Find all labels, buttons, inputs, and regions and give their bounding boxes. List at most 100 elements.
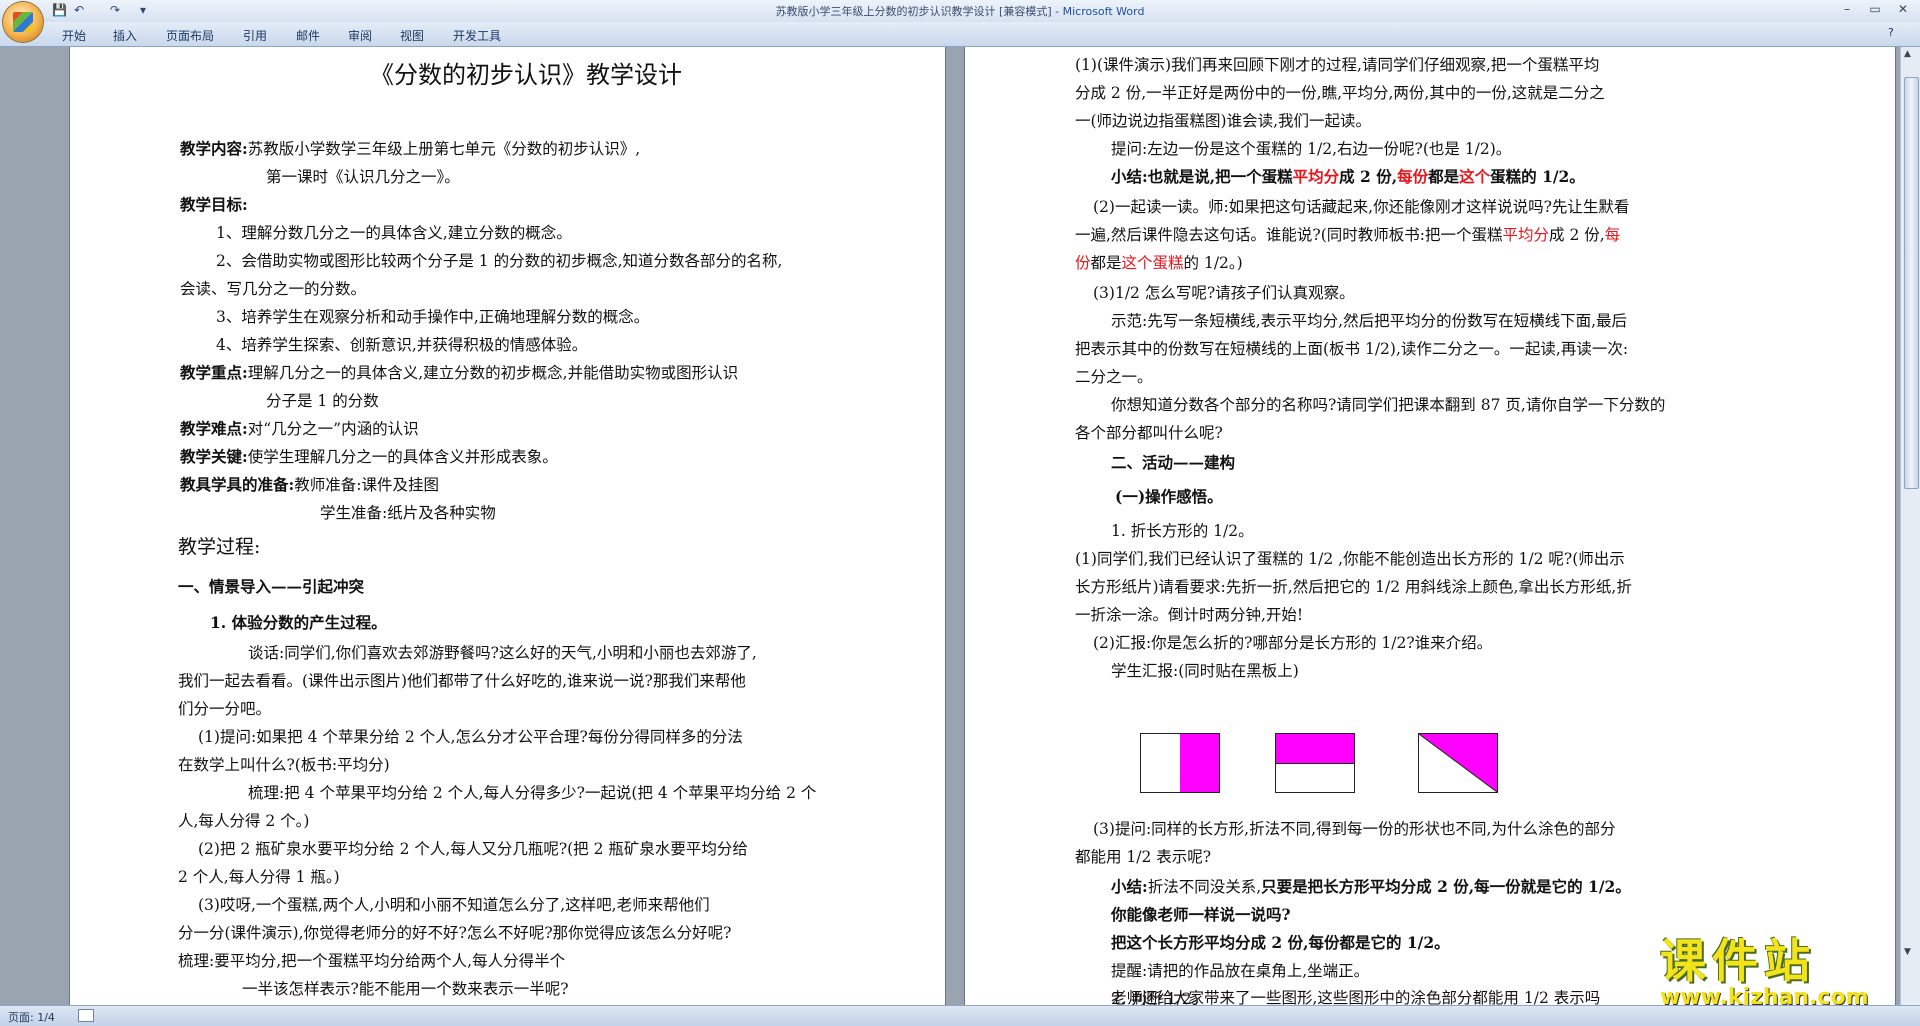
title-bar: 💾 ↶ ↷ ▾ 苏教版小学三年级上分数的初步认识教学设计 [兼容模式] - Mi… [0,0,1920,23]
body-line: 我们一起去看看。(课件出示图片)他们都带了什么好吃的,谁来说一说?那我们来帮他 [178,672,746,690]
tab-view[interactable]: 视图 [400,27,424,44]
body-line: 学生汇报:(同时贴在黑板上) [1111,662,1299,680]
body-line: (1)提问:如果把 4 个苹果分给 2 个人,怎么分才公平合理?每份分得同样多的… [198,728,743,746]
body-line: 梳理:要平均分,把一个蛋糕平均分给两个人,每人分得半个 [178,952,566,970]
document-title: 苏教版小学三年级上分数的初步认识教学设计 [兼容模式] - [775,5,1063,18]
process-heading: 教学过程: [178,536,261,558]
ribbon-tabs: 开始 插入 页面布局 引用 邮件 审阅 视图 开发工具 ? [0,22,1920,47]
body-line: 一遍,然后课件隐去这句话。谁能说?(同时教师板书:把一个蛋糕平均分成 2 份,每 [1075,225,1620,245]
line-highlight: 这个蛋糕 [1121,254,1184,272]
tab-mailings[interactable]: 邮件 [296,27,320,44]
body-line: 在数学上叫什么?(板书:平均分) [178,756,390,774]
objective-3: 3、培养学生在观察分析和动手操作中,正确地理解分数的概念。 [216,308,650,326]
body-line: 一折涂一涂。倒计时两分钟,开始! [1075,606,1304,624]
objective-2: 2、会借助实物或图形比较两个分子是 1 的分数的初步概念,知道分数各部分的名称, [216,252,783,270]
body-line: 梳理:把 4 个苹果平均分给 2 个人,每人分得多少?一起说(把 4 个苹果平均… [248,784,817,802]
body-line: 1. 折长方形的 1/2。 [1111,522,1254,540]
minimize-button[interactable]: – [1834,2,1860,18]
watermark-text: 课件站 [1660,934,1816,988]
body-line: (2)一起读一读。师:如果把这句话藏起来,你还能像刚才这样说说吗?先让生默看 [1093,198,1630,216]
body-line: 谈话:同学们,你们喜欢去郊游野餐吗?这么好的天气,小明和小丽也去郊游了, [248,644,757,662]
rect-half-vertical [1140,733,1220,793]
content-line: 第一课时《认识几分之一》。 [266,168,460,186]
subsection-heading: 1. 体验分数的产生过程。 [210,613,387,632]
body-line: 你能像老师一样说一说吗? [1111,905,1291,924]
document-page-right[interactable]: (1)(课件演示)我们再来回顾下刚才的过程,请同学们仔细观察,把一个蛋糕平均 分… [965,47,1895,1007]
summary-text: 小结:也就是说,把一个蛋糕 [1111,167,1293,186]
subsection-heading: (一)操作感悟。 [1115,487,1223,506]
body-line: (3)提问:同样的长方形,折法不同,得到每一份的形状也不同,为什么涂色的部分 [1093,820,1616,838]
tab-home[interactable]: 开始 [62,27,86,44]
objective-1: 1、理解分数几分之一的具体含义,建立分数的概念。 [216,224,572,242]
line-highlight: 份 [1075,254,1091,272]
section-1-heading: 一、情景导入——引起冲突 [178,577,365,596]
tab-developer[interactable]: 开发工具 [453,27,501,44]
body-line: 各个部分都叫什么呢? [1075,424,1223,442]
tab-page-layout[interactable]: 页面布局 [166,27,214,44]
help-icon[interactable]: ? [1888,26,1894,39]
content-line: 教学内容:苏教版小学数学三年级上册第七单元《分数的初步认识》, [180,139,640,159]
vertical-scrollbar[interactable]: ▲ ▼ [1900,47,1920,1005]
section-2-heading: 二、活动——建构 [1111,453,1236,472]
window-title: 苏教版小学三年级上分数的初步认识教学设计 [兼容模式] - Microsoft … [0,3,1920,19]
objective-4: 4、培养学生探索、创新意识,并获得积极的情感体验。 [216,336,588,354]
line-highlight: 每 [1604,226,1621,244]
watermark-logo: 课件站 www.kjzhan.com [1660,925,1900,1010]
maximize-button[interactable]: ▭ [1862,2,1888,18]
summary-highlight: 每份 [1397,167,1429,186]
body-line: 一(师边说边指蛋糕图)谁会读,我们一起读。 [1075,112,1372,130]
line-text: 理解几分之一的具体含义,建立分数的初步概念,并能借助实物或图形认识 [247,364,739,382]
body-line: 份都是这个蛋糕的 1/2。) [1075,253,1243,273]
body-line: (2)把 2 瓶矿泉水要平均分给 2 个人,每人又分几瓶呢?(把 2 瓶矿泉水要… [198,840,748,858]
body-line: 一半该怎样表示?能不能用一个数来表示一半呢? [242,980,569,998]
summary-text: 都是 [1428,167,1460,186]
line-text: 使学生理解几分之一的具体含义并形成表象。 [247,448,558,466]
body-line: 把这个长方形平均分成 2 份,每份都是它的 1/2。 [1111,933,1450,952]
line-text: 苏教版小学数学三年级上册第七单元《分数的初步认识》, [247,140,641,158]
line-text: 的 1/2。) [1183,254,1243,272]
line-label: 教学关键: [180,447,248,466]
body-line: 人,每人分得 2 个。) [178,812,310,830]
summary-label: 小结: [1111,877,1148,896]
line-label: 教学内容: [180,139,248,158]
line-highlight: 平均分 [1502,226,1550,244]
body-line: 你想知道分数各个部分的名称吗?请同学们把课本翻到 87 页,请你自学一下分数的 [1111,396,1666,414]
summary-text: 折法不同没关系, [1147,878,1262,896]
objective-2-cont: 会读、写几分之一的分数。 [180,280,367,298]
office-button[interactable] [3,2,43,42]
status-bar: 页面: 1/4 [0,1005,1920,1026]
summary-line: 小结:也就是说,把一个蛋糕平均分成 2 份,每份都是这个蛋糕的 1/2。 [1111,167,1585,187]
scroll-up-icon[interactable]: ▲ [1904,49,1911,59]
body-line: 分一分(课件演示),你觉得老师分的好不好?怎么不好呢?那你觉得应该怎么分好呢? [178,924,732,942]
summary-highlight: 平均分 [1292,167,1340,186]
body-line: 分成 2 份,一半正好是两份中的一份,瞧,平均分,两份,其中的一份,这就是二分之 [1075,84,1605,102]
difficulty-line: 教学难点:对“几分之一”内涵的认识 [180,419,419,439]
body-line: (2)汇报:你是怎么折的?哪部分是长方形的 1/2?谁来介绍。 [1093,634,1493,652]
tab-references[interactable]: 引用 [243,27,267,44]
body-line: 示范:先写一条短横线,表示平均分,然后把平均分的份数写在短横线下面,最后 [1111,312,1628,330]
summary-2-line: 小结:折法不同没关系,只要是把长方形平均分成 2 份,每一份就是它的 1/2。 [1111,877,1631,897]
summary-text: 蛋糕的 1/2。 [1490,167,1585,186]
scroll-down-icon[interactable]: ▼ [1904,947,1911,957]
office-logo-icon [13,12,33,32]
summary-highlight: 这个 [1459,167,1491,186]
shaded-half [1180,734,1219,792]
body-line: 2 个人,每人分得 1 瓶。) [178,868,340,886]
page-counter[interactable]: 页面: 1/4 [8,1009,55,1025]
line-label: 教学重点: [180,363,248,382]
close-button[interactable]: ✕ [1890,2,1916,18]
rect-half-diagonal [1418,733,1498,793]
materials-line: 教具学具的准备:教师准备:课件及挂图 [180,475,439,495]
line-text: 对“几分之一”内涵的认识 [247,420,419,438]
scroll-thumb[interactable] [1904,77,1919,489]
document-title-heading: 《分数的初步认识》教学设计 [370,61,682,89]
line-text: 成 2 份, [1549,226,1605,244]
document-page-left[interactable]: 《分数的初步认识》教学设计 教学内容:苏教版小学数学三年级上册第七单元《分数的初… [70,47,945,1007]
proofing-icon[interactable] [78,1009,94,1022]
diagonal-shading [1419,734,1497,792]
body-line: 提问:左边一份是这个蛋糕的 1/2,右边一份呢?(也是 1/2)。 [1111,140,1512,158]
summary-text: 成 2 份, [1339,167,1398,186]
tab-review[interactable]: 审阅 [348,27,372,44]
body-line: 把表示其中的份数写在短横线的上面(板书 1/2),读作二分之一。一起读,再读一次… [1075,340,1629,358]
tab-insert[interactable]: 插入 [113,27,137,44]
